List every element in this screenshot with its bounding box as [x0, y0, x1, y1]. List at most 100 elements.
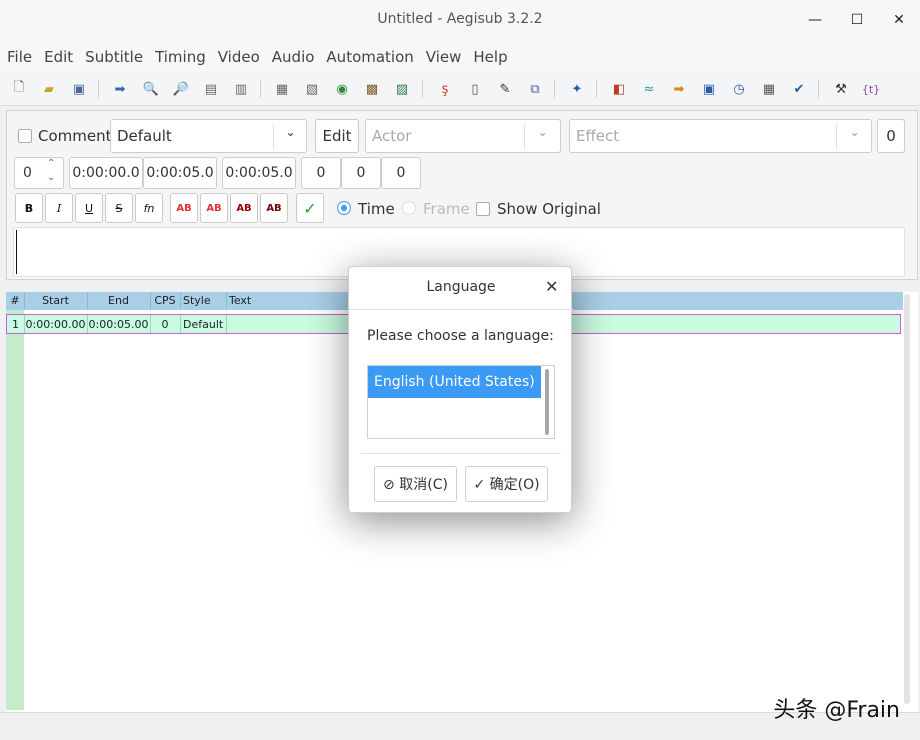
chevron-down-icon: ⌄	[524, 125, 560, 149]
dialog-title: Language	[426, 279, 496, 295]
comment-checkbox[interactable]	[18, 129, 32, 143]
edit-panel: Comment Default ⌄ Edit Actor ⌄ Effect ⌄ …	[6, 110, 918, 280]
column-start[interactable]: Start	[24, 294, 87, 307]
time-radio[interactable]	[337, 201, 351, 215]
edit-style-button[interactable]: Edit	[315, 119, 359, 153]
ok-button[interactable]: ✓ 确定(O)	[465, 466, 548, 502]
column-cps[interactable]: CPS	[150, 294, 180, 307]
effect-placeholder: Effect	[576, 127, 620, 145]
spin-down-icon[interactable]: ⌄	[47, 172, 55, 183]
row-number: 1	[12, 318, 19, 331]
language-dialog: Language ✕ Please choose a language: Eng…	[348, 266, 573, 513]
language-list[interactable]: English (United States)	[367, 365, 555, 439]
select-lines-icon[interactable]: ➡	[670, 80, 688, 98]
check-icon[interactable]: ✔	[790, 80, 808, 98]
find-icon[interactable]: 🔍	[142, 80, 160, 98]
column-number[interactable]: #	[6, 294, 24, 307]
column-text[interactable]: Text	[229, 294, 251, 307]
maximize-button[interactable]: ☐	[844, 8, 870, 32]
attachments-icon[interactable]: ▦	[273, 80, 291, 98]
kanji-timer-icon[interactable]: ✎	[496, 80, 514, 98]
grid-gutter	[6, 310, 24, 710]
secondary-color-button[interactable]: AB	[200, 193, 228, 223]
select-visible-icon[interactable]: ▣	[700, 80, 718, 98]
column-style[interactable]: Style	[180, 294, 226, 307]
close-window-button[interactable]: ✕	[886, 8, 912, 32]
translation-assistant-icon[interactable]: ▯	[466, 80, 484, 98]
margin-right-field[interactable]: 0	[341, 157, 381, 189]
resolution-resampler-icon[interactable]: ▨	[393, 80, 411, 98]
menu-file[interactable]: File	[7, 48, 32, 66]
style-select[interactable]: Default ⌄	[110, 119, 307, 153]
dialog-close-icon[interactable]: ✕	[545, 277, 558, 296]
row-cps: 0	[161, 318, 169, 331]
menu-subtitle[interactable]: Subtitle	[85, 48, 143, 66]
char-count-field[interactable]: 0	[877, 119, 905, 153]
options-icon[interactable]: ⚒	[832, 80, 850, 98]
timing-post-processor-icon[interactable]: ⧉	[526, 80, 544, 98]
row-start: 0:00:00.00	[25, 318, 86, 331]
menu-help[interactable]: Help	[473, 48, 507, 66]
dialog-prompt: Please choose a language:	[367, 328, 554, 344]
cancel-button[interactable]: ⊘ 取消(C)	[374, 466, 457, 502]
fonts-collector-icon[interactable]: ▧	[303, 80, 321, 98]
chevron-down-icon: ⌄	[273, 125, 307, 149]
spell-checker-icon[interactable]: ş	[436, 80, 454, 98]
watermark: 头条 @Frain	[773, 698, 900, 723]
show-original-checkbox[interactable]	[476, 202, 490, 216]
grid-scrollbar[interactable]	[904, 294, 910, 704]
menu-timing[interactable]: Timing	[155, 48, 206, 66]
find-replace-icon[interactable]: 🔎	[172, 80, 190, 98]
menu-video[interactable]: Video	[218, 48, 260, 66]
font-button[interactable]: fn	[135, 193, 163, 223]
copy-icon[interactable]: ▤	[202, 80, 220, 98]
margin-left-field[interactable]: 0	[301, 157, 341, 189]
effect-field[interactable]: Effect ⌄	[569, 119, 872, 153]
tags-icon[interactable]: {t}	[862, 80, 880, 98]
end-time-field[interactable]: 0:00:05.0	[143, 157, 217, 189]
italic-button[interactable]: I	[45, 193, 73, 223]
shift-times-icon[interactable]: ≈	[640, 80, 658, 98]
menu-view[interactable]: View	[426, 48, 462, 66]
spin-up-icon[interactable]: ⌃	[47, 158, 55, 169]
minimize-button[interactable]: —	[802, 8, 828, 32]
menu-automation[interactable]: Automation	[326, 48, 413, 66]
styles-manager-icon[interactable]: ▩	[363, 80, 381, 98]
primary-color-button[interactable]: AB	[170, 193, 198, 223]
outline-color-button[interactable]: AB	[230, 193, 258, 223]
comment-label: Comment	[38, 127, 112, 145]
actor-placeholder: Actor	[372, 127, 412, 145]
start-time-field[interactable]: 0:00:00.0	[69, 157, 143, 189]
underline-button[interactable]: U	[75, 193, 103, 223]
list-scrollbar[interactable]	[545, 369, 549, 435]
shadow-color-button[interactable]: AB	[260, 193, 288, 223]
menu-bar: File Edit Subtitle Timing Video Audio Au…	[0, 42, 920, 72]
dialog-divider	[361, 453, 561, 454]
frame-radio[interactable]	[402, 201, 416, 215]
paste-icon[interactable]: ▥	[232, 80, 250, 98]
actor-field[interactable]: Actor ⌄	[365, 119, 561, 153]
snap-icon[interactable]: ▦	[760, 80, 778, 98]
radio-dot	[341, 205, 347, 211]
commit-button[interactable]: ✓	[296, 193, 324, 223]
text-cursor	[16, 230, 17, 274]
automation-icon[interactable]: ✦	[568, 80, 586, 98]
save-file-icon[interactable]: ▣	[70, 80, 88, 98]
margin-vertical-field[interactable]: 0	[381, 157, 421, 189]
clock-icon[interactable]: ◷	[730, 80, 748, 98]
frame-label: Frame	[423, 200, 470, 218]
menu-audio[interactable]: Audio	[272, 48, 315, 66]
show-original-label: Show Original	[497, 200, 601, 218]
jump-to-icon[interactable]: ➡	[111, 80, 129, 98]
new-file-icon[interactable]: 🗋	[10, 80, 28, 98]
column-end[interactable]: End	[87, 294, 150, 307]
properties-icon[interactable]: ◉	[333, 80, 351, 98]
strikeout-button[interactable]: S	[105, 193, 133, 223]
open-file-icon[interactable]: ▰	[40, 80, 58, 98]
language-option-selected[interactable]: English (United States)	[368, 366, 541, 398]
video-zoom-icon[interactable]: ◧	[610, 80, 628, 98]
bold-button[interactable]: B	[15, 193, 43, 223]
menu-edit[interactable]: Edit	[44, 48, 73, 66]
layer-spinner[interactable]: 0 ⌃ ⌄	[14, 157, 64, 189]
duration-field[interactable]: 0:00:05.0	[222, 157, 296, 189]
